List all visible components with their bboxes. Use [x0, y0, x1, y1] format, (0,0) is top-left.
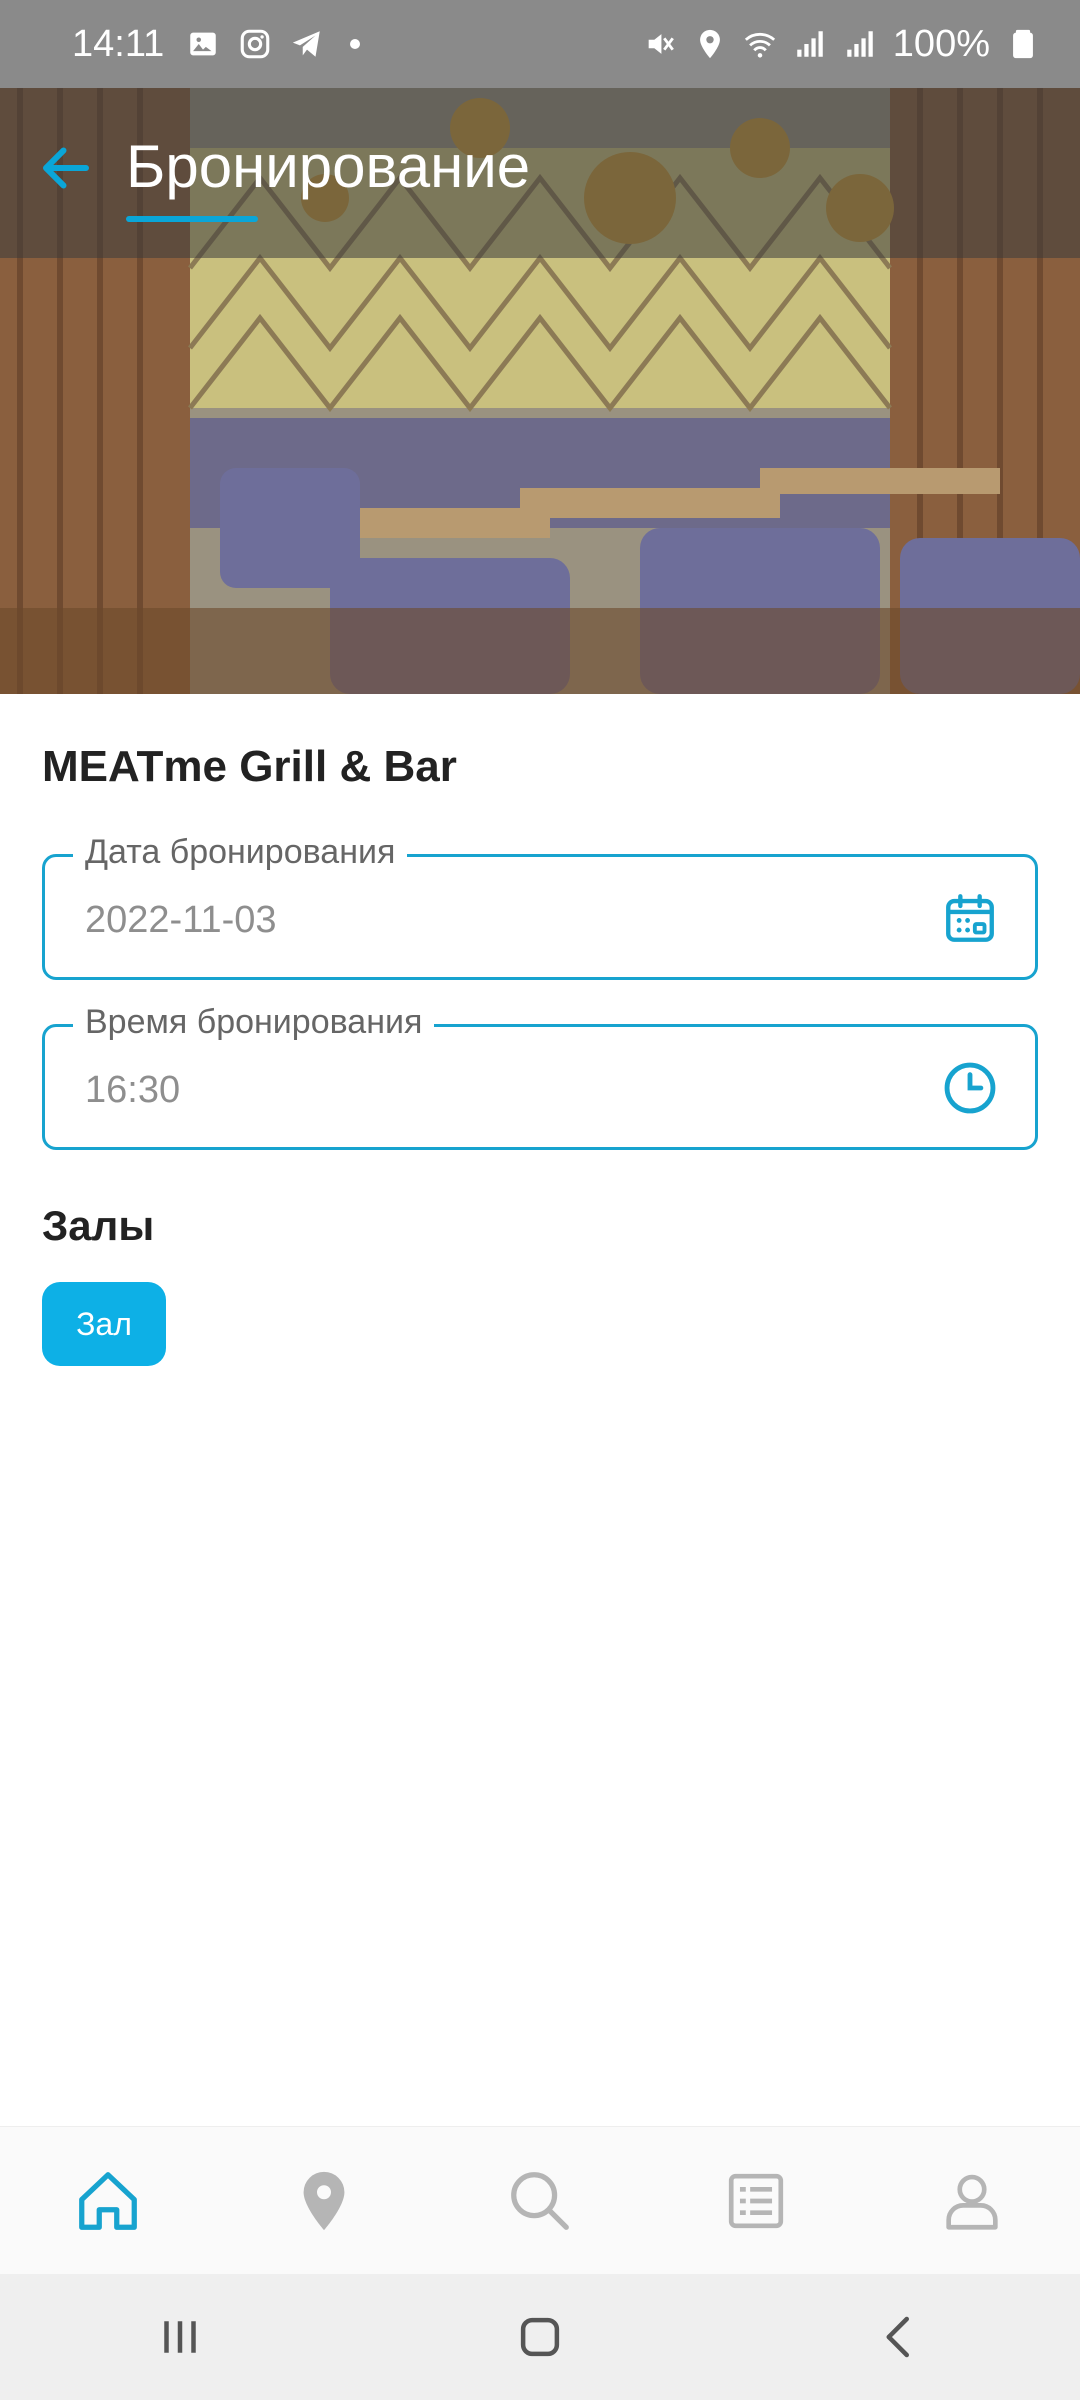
- page-title: Бронирование: [126, 133, 531, 200]
- booking-time-field[interactable]: Время бронирования 16:30: [42, 1003, 1038, 1150]
- nav-list[interactable]: [701, 2146, 811, 2256]
- booking-date-field[interactable]: Дата бронирования 2022-11-03: [42, 833, 1038, 980]
- booking-time-label: Время бронирования: [73, 1003, 435, 1042]
- arrow-left-icon: [43, 147, 89, 189]
- booking-time-value[interactable]: 16:30: [85, 1069, 180, 1112]
- battery-percent: 100%: [892, 22, 990, 65]
- system-nav-bar: [0, 2274, 1080, 2400]
- nav-home[interactable]: [53, 2146, 163, 2256]
- signal-icon: [843, 27, 877, 61]
- home-square-icon: [520, 2317, 560, 2357]
- chevron-left-icon: [886, 2316, 909, 2358]
- recent-apps-button[interactable]: [135, 2292, 225, 2382]
- more-notifications-dot: [350, 39, 361, 49]
- bottom-nav: [0, 2126, 1080, 2274]
- search-icon: [511, 2171, 569, 2230]
- hall-chip[interactable]: Зал: [42, 1282, 166, 1366]
- clock-icon[interactable]: [941, 1059, 999, 1117]
- home-icon: [79, 2171, 137, 2230]
- profile-icon: [946, 2174, 998, 2230]
- list-icon: [728, 2173, 784, 2228]
- nav-profile[interactable]: [917, 2146, 1027, 2256]
- battery-icon: [1006, 27, 1040, 61]
- map-pin-icon: [303, 2171, 345, 2230]
- telegram-icon: [290, 27, 324, 61]
- restaurant-name: MEATme Grill & Bar: [42, 742, 457, 791]
- status-bar: 14:11 100%: [0, 0, 1080, 88]
- wifi-icon: [743, 27, 777, 61]
- title-underline: [126, 216, 258, 222]
- nav-search[interactable]: [485, 2146, 595, 2256]
- back-button[interactable]: [36, 138, 96, 198]
- system-icons: 100%: [643, 23, 1040, 66]
- instagram-icon: [238, 27, 272, 61]
- signal-icon: [793, 27, 827, 61]
- home-button[interactable]: [495, 2292, 585, 2382]
- booking-date-label: Дата бронирования: [73, 833, 408, 872]
- app-bar: Бронирование: [0, 88, 1080, 258]
- calendar-icon[interactable]: [941, 889, 999, 947]
- halls-title: Залы: [42, 1202, 155, 1249]
- notification-icons: [186, 27, 361, 61]
- recent-apps-icon: [164, 2321, 196, 2353]
- booking-date-value[interactable]: 2022-11-03: [85, 899, 277, 942]
- nav-map[interactable]: [269, 2146, 379, 2256]
- status-time: 14:11: [72, 22, 165, 65]
- gallery-icon: [186, 27, 220, 61]
- location-icon: [693, 27, 727, 61]
- mute-icon: [643, 27, 677, 61]
- system-back-button[interactable]: [855, 2292, 945, 2382]
